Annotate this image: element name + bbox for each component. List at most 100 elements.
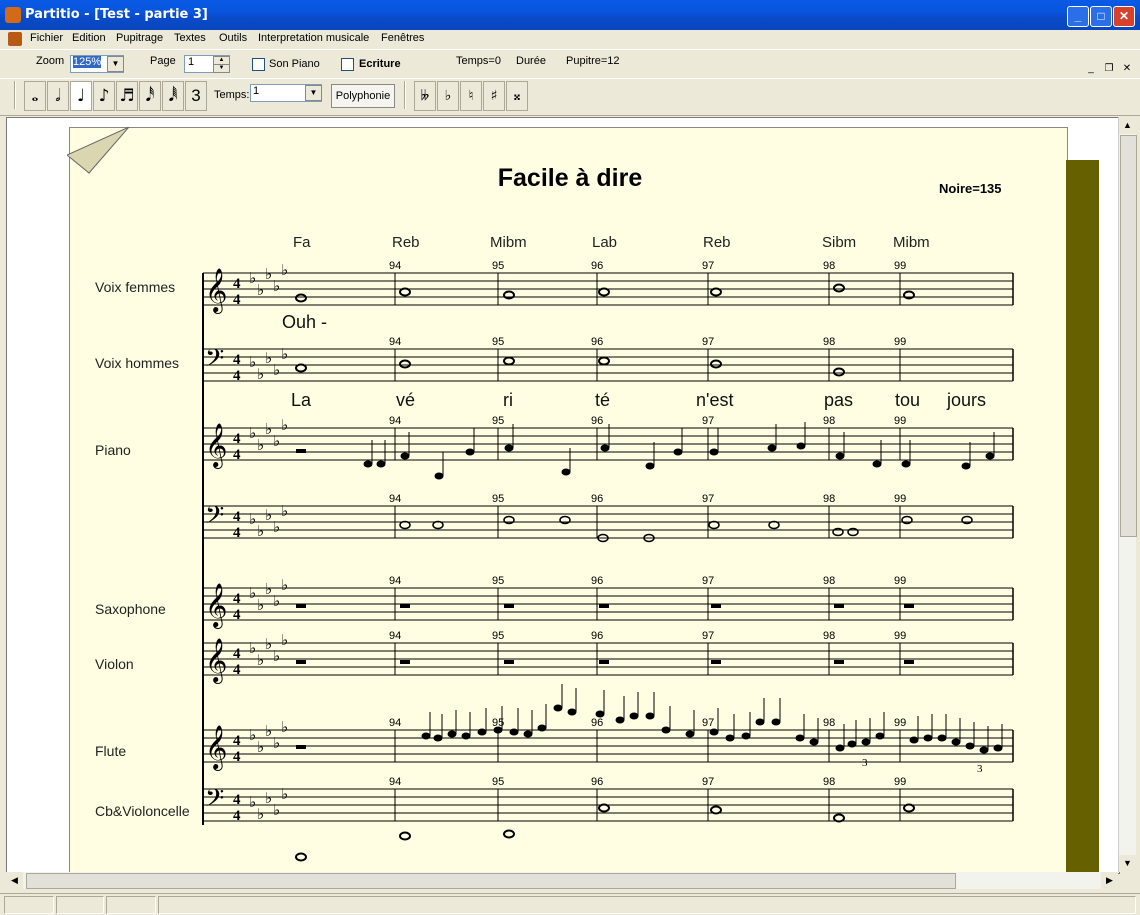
note-head <box>685 730 695 738</box>
measure-number: 95 <box>492 493 504 505</box>
flat-icon: ♭ <box>281 785 288 803</box>
note-head <box>710 359 722 369</box>
flat-icon: ♭ <box>265 349 272 367</box>
scroll-up-icon[interactable]: ▲ <box>1119 117 1136 134</box>
clef-icon: 𝄢 <box>205 501 224 536</box>
measure-number: 94 <box>389 717 401 729</box>
note-head <box>598 287 610 297</box>
note-head <box>645 462 655 470</box>
flat-icon: ♭ <box>249 793 256 811</box>
whole-rest <box>711 660 721 664</box>
note-head <box>434 472 444 480</box>
note-head <box>615 716 625 724</box>
note-head <box>710 287 722 297</box>
score-notation[interactable]: 94 95 96 97 98 99𝄞 44♭♭♭♭♭94 95 96 97 98 99𝄢 44♭♭♭♭♭… <box>0 0 1140 914</box>
scroll-right-icon[interactable]: ▶ <box>1101 872 1118 889</box>
measure-number: 96 <box>591 776 603 788</box>
note-head <box>376 460 386 468</box>
measure-number: 98 <box>823 575 835 587</box>
measure-number: 95 <box>492 575 504 587</box>
status-pane <box>106 896 156 914</box>
measure-number: 95 <box>492 415 504 427</box>
note-head <box>399 831 411 841</box>
flat-icon: ♭ <box>257 651 264 669</box>
clef-icon: 𝄞 <box>205 423 227 469</box>
note-head <box>432 520 444 530</box>
note-head <box>295 852 307 862</box>
time-signature: 4 <box>233 792 241 808</box>
measure-number: 97 <box>702 260 714 272</box>
flat-icon: ♭ <box>265 635 272 653</box>
flat-icon: ♭ <box>257 281 264 299</box>
scroll-thumb[interactable] <box>26 873 956 889</box>
note-head <box>399 359 411 369</box>
time-signature: 4 <box>233 352 241 368</box>
note-head <box>447 730 457 738</box>
measure-number: 99 <box>894 575 906 587</box>
measure-number: 94 <box>389 336 401 348</box>
flat-icon: ♭ <box>273 518 280 536</box>
note-head <box>477 728 487 736</box>
scroll-down-icon[interactable]: ▼ <box>1119 855 1136 872</box>
note-head <box>509 728 519 736</box>
flat-icon: ♭ <box>265 420 272 438</box>
measure-number: 95 <box>492 260 504 272</box>
flat-icon: ♭ <box>265 789 272 807</box>
flat-icon: ♭ <box>249 726 256 744</box>
flat-icon: ♭ <box>257 365 264 383</box>
note-head <box>795 734 805 742</box>
flat-icon: ♭ <box>281 718 288 736</box>
horizontal-scrollbar[interactable]: ◀ ▶ <box>6 872 1118 889</box>
time-signature: 4 <box>233 808 241 824</box>
note-head <box>673 448 683 456</box>
flat-icon: ♭ <box>273 734 280 752</box>
note-head <box>835 452 845 460</box>
measure-number: 99 <box>894 336 906 348</box>
flat-icon: ♭ <box>281 261 288 279</box>
note-head <box>985 452 995 460</box>
scroll-thumb[interactable] <box>1120 135 1137 537</box>
measure-number: 98 <box>823 493 835 505</box>
note-head <box>835 744 845 752</box>
note-head <box>909 736 919 744</box>
flat-icon: ♭ <box>281 345 288 363</box>
whole-rest <box>904 604 914 608</box>
measure-number: 98 <box>823 336 835 348</box>
time-signature: 4 <box>233 276 241 292</box>
time-signature: 4 <box>233 646 241 662</box>
scroll-left-icon[interactable]: ◀ <box>6 872 23 889</box>
time-signature: 4 <box>233 591 241 607</box>
note-head <box>421 732 431 740</box>
measure-number: 97 <box>702 630 714 642</box>
measure-number: 97 <box>702 493 714 505</box>
clef-icon: 𝄞 <box>205 638 227 684</box>
flat-icon: ♭ <box>273 361 280 379</box>
note-head <box>661 726 671 734</box>
flat-icon: ♭ <box>265 722 272 740</box>
note-head <box>400 452 410 460</box>
note-head <box>809 738 819 746</box>
note-head <box>598 803 610 813</box>
measure-number: 97 <box>702 776 714 788</box>
measure-number: 99 <box>894 493 906 505</box>
measure-number: 99 <box>894 415 906 427</box>
flat-icon: ♭ <box>249 269 256 287</box>
note-head <box>598 356 610 366</box>
whole-rest <box>599 660 609 664</box>
whole-rest <box>400 604 410 608</box>
note-head <box>833 813 845 823</box>
whole-rest <box>599 604 609 608</box>
note-head <box>951 738 961 746</box>
vertical-scrollbar[interactable]: ▲ ▼ <box>1118 117 1137 872</box>
measure-number: 97 <box>702 575 714 587</box>
note-head <box>875 732 885 740</box>
flat-icon: ♭ <box>249 353 256 371</box>
time-signature: 4 <box>233 749 241 765</box>
measure-number: 96 <box>591 717 603 729</box>
clef-icon: 𝄢 <box>205 344 224 379</box>
time-signature: 4 <box>233 525 241 541</box>
whole-rest <box>296 449 306 453</box>
note-head <box>993 744 1003 752</box>
note-head <box>629 712 639 720</box>
note-head <box>503 829 515 839</box>
